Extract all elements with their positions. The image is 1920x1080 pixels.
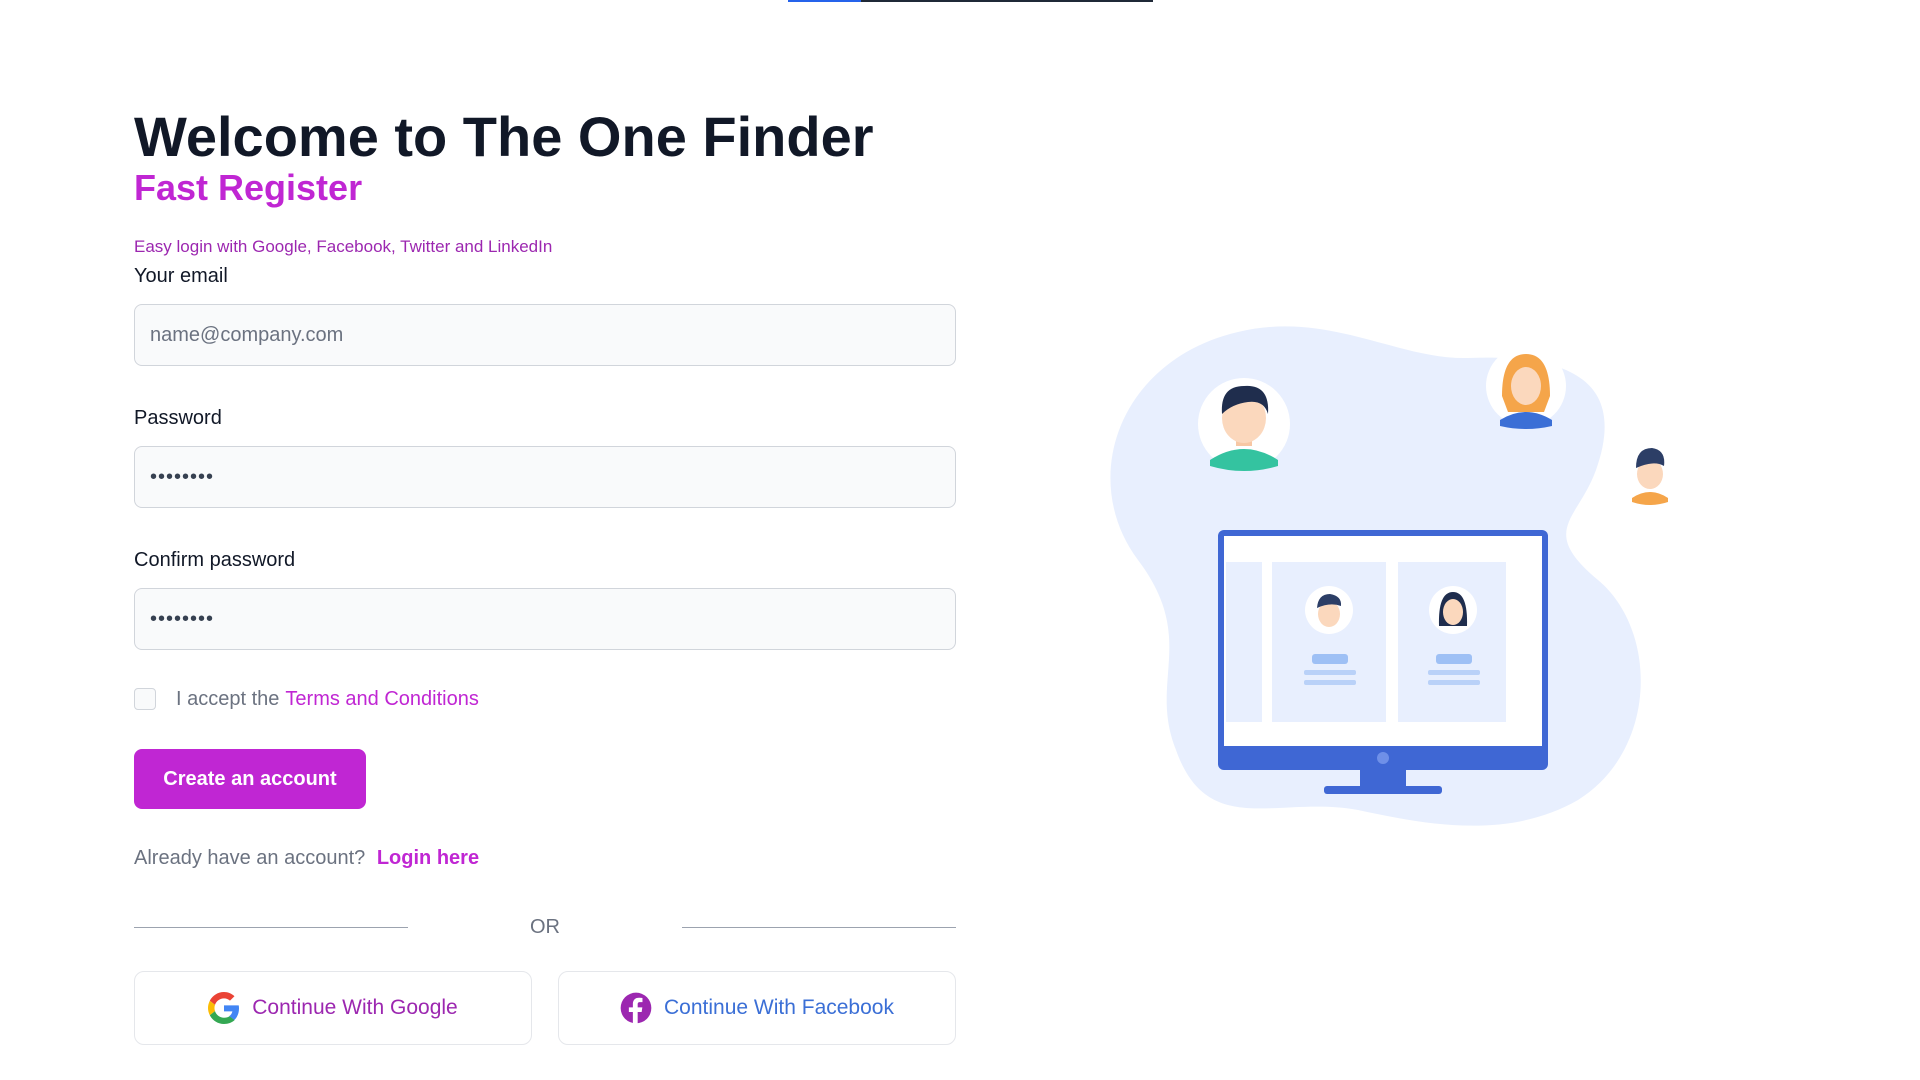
terms-link[interactable]: Terms and Conditions — [285, 688, 478, 711]
page-subtitle: Fast Register — [134, 167, 363, 208]
create-account-button[interactable]: Create an account — [134, 749, 366, 809]
terms-checkbox[interactable] — [134, 688, 156, 710]
confirm-password-label: Confirm password — [134, 549, 296, 571]
top-progress-fill — [788, 0, 861, 2]
confirm-password-field[interactable] — [134, 588, 956, 650]
or-divider: OR — [134, 916, 956, 940]
facebook-button-label: Continue With Facebook — [664, 996, 894, 1019]
avatar-cap-icon — [1618, 438, 1682, 505]
continue-with-google-button[interactable]: Continue With Google — [134, 971, 532, 1045]
email-label: Your email — [134, 265, 228, 287]
login-row: Already have an account? Login here — [134, 847, 479, 870]
google-icon — [208, 992, 240, 1024]
top-progress-bar — [788, 0, 1153, 2]
continue-with-facebook-button[interactable]: Continue With Facebook — [558, 971, 956, 1045]
login-link[interactable]: Login here — [377, 847, 479, 869]
facebook-icon — [620, 992, 652, 1024]
password-field[interactable] — [134, 446, 956, 508]
password-label: Password — [134, 407, 222, 429]
google-button-label: Continue With Google — [252, 996, 458, 1019]
terms-row: I accept the Terms and Conditions — [134, 684, 479, 714]
login-prompt: Already have an account? — [134, 847, 366, 869]
monitor-icon — [1218, 530, 1548, 794]
divider-line-right — [682, 927, 956, 928]
people-monitor-illustration — [1110, 326, 1682, 826]
page-title: Welcome to The One Finder — [134, 105, 874, 168]
email-field[interactable] — [134, 304, 956, 366]
tagline: Easy login with Google, Facebook, Twitte… — [134, 237, 553, 256]
terms-prefix: I accept the — [176, 687, 280, 710]
